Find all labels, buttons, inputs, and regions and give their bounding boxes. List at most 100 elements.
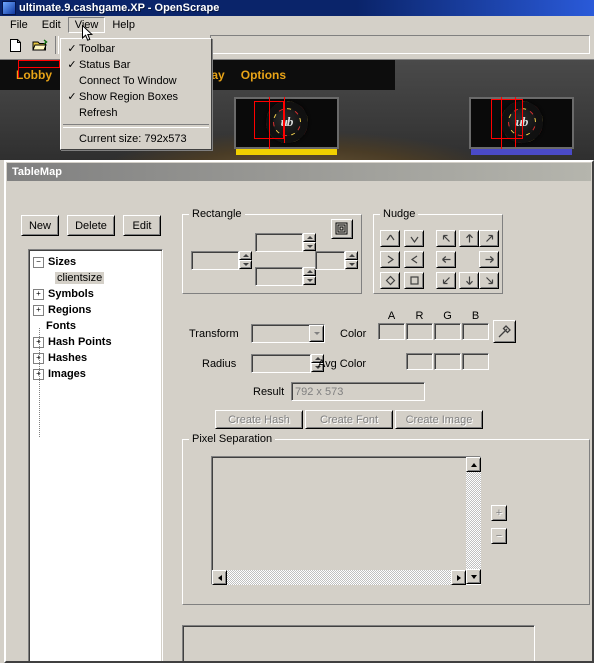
nudge-right-button[interactable] bbox=[479, 251, 499, 268]
arrow-left-icon bbox=[441, 256, 450, 263]
tree-node-label: Fonts bbox=[46, 320, 76, 332]
tree-node-fonts[interactable]: Fonts bbox=[33, 318, 162, 334]
menu-file[interactable]: File bbox=[3, 17, 35, 33]
scroll-down-button[interactable] bbox=[466, 569, 481, 584]
tree-node-hash-points[interactable]: + Hash Points bbox=[33, 334, 162, 350]
create-font-button[interactable]: Create Font bbox=[305, 410, 393, 429]
nudge-down-right-button[interactable] bbox=[479, 272, 499, 289]
nudge-down-left-button[interactable] bbox=[436, 272, 456, 289]
menu-help[interactable]: Help bbox=[105, 17, 142, 33]
new-document-button[interactable] bbox=[4, 34, 27, 56]
menu-item-label: Refresh bbox=[79, 107, 118, 119]
create-image-button[interactable]: Create Image bbox=[395, 410, 483, 429]
toolbar-separator bbox=[55, 36, 59, 54]
scroll-left-button[interactable] bbox=[212, 570, 227, 585]
menu-item-toolbar[interactable]: ✓ Toolbar bbox=[61, 41, 211, 57]
nudge-up-right-button[interactable] bbox=[479, 230, 499, 247]
tree-node-label: Hashes bbox=[48, 352, 88, 364]
select-region-button[interactable] bbox=[331, 219, 353, 239]
arrow-down-left-icon bbox=[442, 277, 450, 285]
app-icon bbox=[2, 1, 16, 15]
nudge-grow-bottom-button[interactable] bbox=[404, 230, 424, 247]
transform-label: Transform bbox=[189, 328, 239, 340]
poker-seat: ub bbox=[234, 97, 339, 155]
scroll-up-button[interactable] bbox=[466, 457, 481, 472]
rect-top-field[interactable] bbox=[255, 233, 303, 252]
rect-right-spinner[interactable] bbox=[345, 251, 358, 270]
scroll-right-button[interactable] bbox=[451, 570, 466, 585]
nudge-shrink-top-button[interactable] bbox=[380, 230, 400, 247]
open-folder-button[interactable] bbox=[28, 34, 51, 56]
nudge-shrink-all-button[interactable] bbox=[380, 272, 400, 289]
rect-bottom-field[interactable] bbox=[255, 267, 303, 286]
spin-up-button[interactable] bbox=[345, 251, 358, 260]
pixel-list-hscrollbar[interactable] bbox=[212, 570, 466, 585]
nudge-shrink-left-button[interactable] bbox=[404, 251, 424, 268]
spin-up-button[interactable] bbox=[303, 233, 316, 242]
poker-menu-options[interactable]: Options bbox=[241, 68, 286, 82]
chevron-down-icon[interactable] bbox=[309, 325, 324, 342]
edit-button[interactable]: Edit bbox=[123, 215, 161, 236]
rect-left-field[interactable] bbox=[191, 251, 239, 270]
tree-node-label: Images bbox=[48, 368, 86, 380]
tree-node-images[interactable]: + Images bbox=[33, 366, 162, 382]
avg-color-r-field[interactable] bbox=[406, 353, 433, 370]
spin-down-button[interactable] bbox=[303, 276, 316, 285]
eyedropper-button[interactable] bbox=[493, 320, 516, 343]
spin-down-button[interactable] bbox=[303, 242, 316, 251]
region-box-overlay bbox=[269, 97, 270, 149]
spin-down-button[interactable] bbox=[239, 260, 252, 269]
transform-combo[interactable] bbox=[251, 324, 325, 343]
menu-item-refresh[interactable]: Refresh bbox=[61, 105, 211, 121]
nudge-left-button[interactable] bbox=[436, 251, 456, 268]
nudge-up-button[interactable] bbox=[459, 230, 479, 247]
pixel-separation-list[interactable] bbox=[211, 456, 481, 585]
tree-node-regions[interactable]: + Regions bbox=[33, 302, 162, 318]
avg-color-b-field[interactable] bbox=[462, 353, 489, 370]
nudge-grow-all-button[interactable] bbox=[404, 272, 424, 289]
region-box-overlay bbox=[284, 97, 285, 143]
menu-edit[interactable]: Edit bbox=[35, 17, 68, 33]
result-field: 792 x 573 bbox=[291, 382, 425, 401]
menu-item-label: Status Bar bbox=[79, 59, 131, 71]
color-a-field[interactable] bbox=[378, 323, 405, 340]
poker-menu-lobby[interactable]: Lobby bbox=[16, 68, 52, 82]
avg-color-g-field[interactable] bbox=[434, 353, 461, 370]
color-header-b: B bbox=[471, 310, 480, 322]
toolbar-address-field[interactable] bbox=[210, 35, 590, 54]
tree-node-sizes[interactable]: − Sizes bbox=[33, 254, 162, 270]
radius-field[interactable] bbox=[251, 354, 311, 373]
nudge-grow-right-button[interactable] bbox=[380, 251, 400, 268]
tablemap-tree[interactable]: − Sizes clientsize + Symbols + Regions F… bbox=[28, 249, 163, 661]
tree-node-symbols[interactable]: + Symbols bbox=[33, 286, 162, 302]
expand-expander-icon[interactable]: + bbox=[33, 288, 44, 300]
rect-left-spinner[interactable] bbox=[239, 251, 252, 270]
pixel-separation-remove-button[interactable]: − bbox=[491, 528, 507, 544]
rect-top-spinner[interactable] bbox=[303, 233, 316, 252]
menu-item-show-region-boxes[interactable]: ✓ Show Region Boxes bbox=[61, 89, 211, 105]
spin-up-button[interactable] bbox=[239, 251, 252, 260]
seat-status-bar bbox=[471, 149, 572, 155]
pixel-separation-add-button[interactable]: + bbox=[491, 505, 507, 521]
collapse-expander-icon[interactable]: − bbox=[33, 256, 44, 268]
create-hash-button[interactable]: Create Hash bbox=[215, 410, 303, 429]
color-header-a: A bbox=[387, 310, 396, 322]
new-button[interactable]: New bbox=[21, 215, 59, 236]
pixel-list-vscrollbar[interactable] bbox=[466, 457, 481, 584]
application-window: ultimate.9.cashgame.XP - OpenScrape File… bbox=[0, 0, 594, 663]
menu-item-connect-to-window[interactable]: Connect To Window bbox=[61, 73, 211, 89]
color-header-r: R bbox=[415, 310, 424, 322]
nudge-down-button[interactable] bbox=[459, 272, 479, 289]
delete-button[interactable]: Delete bbox=[67, 215, 115, 236]
color-g-field[interactable] bbox=[434, 323, 461, 340]
spin-down-button[interactable] bbox=[345, 260, 358, 269]
expand-expander-icon[interactable]: + bbox=[33, 304, 44, 316]
pixel-separation-group: Pixel Separation + − bbox=[182, 433, 590, 605]
tree-node-clientsize[interactable]: clientsize bbox=[33, 270, 162, 286]
tree-node-hashes[interactable]: + Hashes bbox=[33, 350, 162, 366]
menu-item-status-bar[interactable]: ✓ Status Bar bbox=[61, 57, 211, 73]
nudge-up-left-button[interactable] bbox=[436, 230, 456, 247]
color-r-field[interactable] bbox=[406, 323, 433, 340]
color-b-field[interactable] bbox=[462, 323, 489, 340]
rect-right-field[interactable] bbox=[315, 251, 345, 270]
